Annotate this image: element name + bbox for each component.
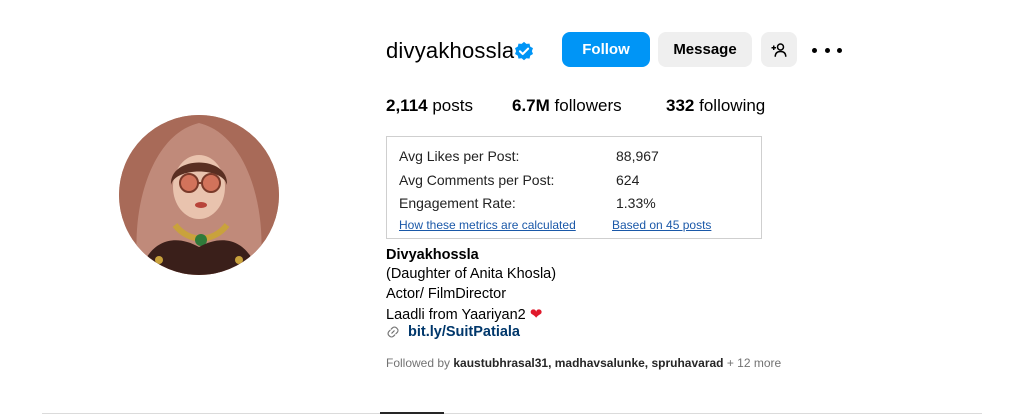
engagement-rate-value: 1.33% (616, 195, 656, 211)
verified-badge-icon (515, 41, 533, 61)
bio-line-3-row: Laadli from Yaariyan2 ❤ (386, 305, 542, 323)
following-stat[interactable]: 332 following (666, 96, 765, 116)
add-user-icon (771, 42, 787, 57)
following-label: following (699, 96, 766, 115)
engagement-metrics-panel: Avg Likes per Post: 88,967 Avg Comments … (386, 136, 762, 239)
followers-label: followers (554, 96, 622, 115)
active-tab-indicator (380, 412, 444, 414)
follow-button[interactable]: Follow (562, 32, 650, 67)
profile-username: divyakhossla (386, 38, 515, 63)
bio-line-1: (Daughter of Anita Khosla) (386, 266, 557, 282)
followers-count: 6.7M (512, 96, 550, 115)
profile-avatar[interactable] (119, 115, 279, 275)
bio-link-row: bit.ly/SuitPatiala (386, 324, 520, 340)
avg-comments-value: 624 (616, 172, 640, 188)
profile-photo-icon (119, 115, 279, 275)
bio-line-3: Laadli from Yaariyan2 (386, 307, 526, 323)
avg-comments-label: Avg Comments per Post: (399, 172, 555, 188)
avg-likes-value: 88,967 (616, 148, 659, 164)
bio-line-2: Actor/ FilmDirector (386, 286, 507, 302)
posts-stat[interactable]: 2,114 posts (386, 96, 473, 116)
heart-icon: ❤ (529, 306, 543, 323)
following-count: 332 (666, 96, 695, 115)
followed-by-text[interactable]: Followed by kaustubhrasal31, madhavsalun… (386, 356, 781, 370)
followed-by-prefix: Followed by (386, 356, 451, 370)
profile-full-name: Divyakhossla (386, 247, 479, 263)
based-on-posts-link[interactable]: Based on 45 posts (612, 218, 711, 232)
posts-count: 2,114 (386, 96, 428, 115)
more-options-icon[interactable] (812, 40, 842, 60)
suggested-users-button[interactable] (761, 32, 797, 67)
link-icon (387, 326, 399, 338)
avg-likes-label: Avg Likes per Post: (399, 148, 520, 164)
metrics-explanation-link[interactable]: How these metrics are calculated (399, 218, 576, 232)
engagement-rate-label: Engagement Rate: (399, 195, 516, 211)
tabs-divider (42, 413, 982, 414)
followed-by-more: + 12 more (726, 356, 782, 370)
followers-stat[interactable]: 6.7M followers (512, 96, 622, 116)
posts-label: posts (432, 96, 473, 115)
bio-external-link[interactable]: bit.ly/SuitPatiala (408, 324, 520, 340)
message-button[interactable]: Message (658, 32, 752, 67)
followed-by-users: kaustubhrasal31, madhavsalunke, spruhava… (453, 356, 724, 370)
